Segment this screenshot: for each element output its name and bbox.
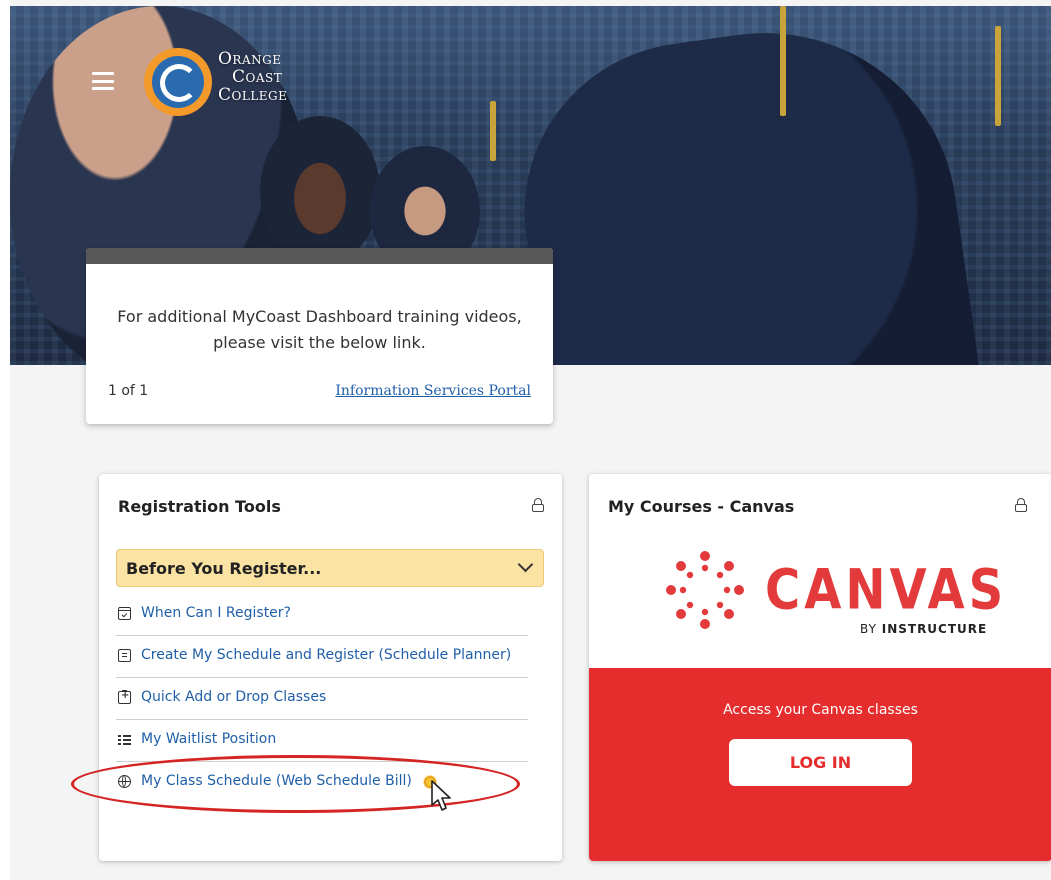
link-label[interactable]: My Waitlist Position — [141, 731, 276, 747]
my-courses-canvas-card: My Courses - Canvas CANVAS BY INSTRUCTUR… — [589, 474, 1051, 861]
mouse-pointer-icon — [431, 780, 451, 811]
document-list-icon — [118, 649, 131, 662]
chevron-down-icon — [517, 556, 534, 573]
hamburger-menu-icon[interactable] — [92, 72, 114, 90]
lock-icon[interactable] — [1015, 498, 1027, 512]
training-info-card: For additional MyCoast Dashboard trainin… — [86, 248, 553, 424]
canvas-card-title: My Courses - Canvas — [608, 497, 795, 516]
training-message: For additional MyCoast Dashboard trainin… — [117, 307, 522, 352]
logo-line-college: College — [218, 85, 288, 105]
college-logo[interactable] — [144, 48, 212, 116]
lock-icon[interactable] — [532, 498, 544, 512]
list-item-quick-add-drop[interactable]: Quick Add or Drop Classes — [116, 678, 528, 720]
logo-line-coast: Coast — [232, 67, 283, 87]
list-item-when-can-i-register[interactable]: When Can I Register? — [116, 594, 528, 636]
logo-swirl-icon — [160, 64, 198, 102]
list-icon — [118, 733, 131, 746]
canvas-login-panel: Access your Canvas classes LOG IN — [589, 668, 1051, 861]
registration-tools-card: Registration Tools Before You Register..… — [99, 474, 562, 861]
list-item-my-class-schedule[interactable]: My Class Schedule (Web Schedule Bill) — [116, 762, 528, 803]
registration-links-list: When Can I Register? Create My Schedule … — [116, 594, 528, 803]
logo-circle — [152, 56, 204, 108]
instructure-brand: INSTRUCTURE — [881, 622, 988, 636]
hero-graduate — [260, 116, 380, 266]
list-item-waitlist-position[interactable]: My Waitlist Position — [116, 720, 528, 762]
before-you-register-accordion[interactable]: Before You Register... — [116, 549, 544, 587]
link-label[interactable]: Quick Add or Drop Classes — [141, 689, 326, 705]
logo-line-orange: Orange — [218, 49, 282, 69]
hero-stole — [995, 26, 1001, 126]
link-label[interactable]: My Class Schedule (Web Schedule Bill) — [141, 773, 412, 789]
card-header-bar — [86, 248, 553, 264]
registration-tools-title: Registration Tools — [118, 497, 281, 516]
information-services-portal-link[interactable]: Information Services Portal — [335, 383, 531, 399]
globe-icon — [118, 775, 131, 788]
canvas-access-text: Access your Canvas classes — [723, 702, 918, 718]
by-instructure-label: BY INSTRUCTURE — [860, 622, 987, 636]
hero-stole — [490, 101, 496, 161]
clipboard-add-icon — [118, 690, 131, 704]
by-prefix: BY — [860, 622, 882, 636]
list-item-create-my-schedule[interactable]: Create My Schedule and Register (Schedul… — [116, 636, 528, 678]
canvas-wordmark: CANVAS — [765, 558, 1008, 623]
college-name[interactable]: Orange Coast College — [218, 50, 287, 104]
canvas-logo-icon — [666, 551, 744, 629]
hero-stole — [780, 6, 786, 116]
accordion-label: Before You Register... — [126, 559, 322, 578]
link-label[interactable]: When Can I Register? — [141, 605, 291, 621]
slide-counter: 1 of 1 — [108, 383, 149, 399]
link-label[interactable]: Create My Schedule and Register (Schedul… — [141, 647, 511, 663]
canvas-login-button[interactable]: LOG IN — [729, 739, 912, 786]
calendar-check-icon — [118, 607, 131, 620]
